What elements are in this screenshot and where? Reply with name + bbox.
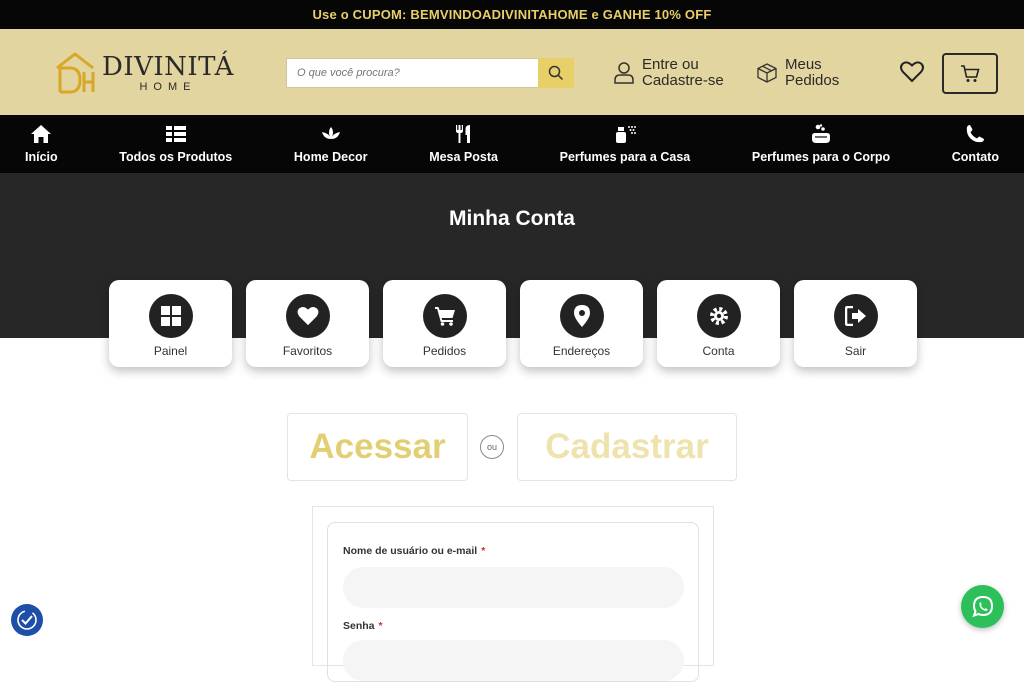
account-card-painel[interactable]: Painel [109,280,232,367]
soap-icon [812,124,830,143]
card-label: Pedidos [422,344,467,358]
orders-line2: Pedidos [785,72,840,89]
heart-outline-icon [900,61,924,83]
home-icon [31,125,52,143]
heart-icon [297,306,318,326]
account-card-sair[interactable]: Sair [794,280,917,367]
card-label: Favoritos [282,344,333,358]
lotus-icon [321,127,340,139]
card-label: Endereços [552,344,611,358]
orders-line1: Meus [785,56,822,73]
box-icon [757,63,777,83]
gear-icon [709,307,728,325]
accessibility-button[interactable] [11,604,43,636]
account-card-favoritos[interactable]: Favoritos [246,280,369,367]
account-card-conta[interactable]: Conta [657,280,780,367]
nav-item-todos-produtos[interactable]: Todos os Produtos [119,124,232,164]
map-pin-icon [573,305,590,327]
dashboard-icon [160,306,181,326]
search-button[interactable] [538,58,574,88]
login-form: Nome de usuário ou e-mail * Senha * [327,522,699,682]
brand-sub: HOME [139,80,197,93]
nav-item-mesa-posta[interactable]: Mesa Posta [429,124,498,164]
search-input[interactable] [286,58,538,88]
card-label: Conta [702,344,735,358]
account-card-pedidos[interactable]: Pedidos [383,280,506,367]
page-title: Minha Conta [449,207,575,230]
password-label: Senha * [343,620,683,632]
login-line2: Cadastre-se [642,72,724,89]
login-line1: Entre ou [642,56,699,73]
promo-text: Use o CUPOM: BEMVINDOADIVINITAHOME e GAN… [312,7,712,22]
nav-item-perfumes-casa[interactable]: Perfumes para a Casa [559,124,691,164]
user-icon [614,62,634,84]
grid-list-icon [165,126,186,142]
promo-bar: Use o CUPOM: BEMVINDOADIVINITAHOME e GAN… [0,0,1024,29]
password-field[interactable] [343,640,684,681]
whatsapp-icon [971,595,993,617]
nav-label: Início [25,150,58,164]
nav-label: Perfumes para o Corpo [751,150,891,164]
nav-label: Home Decor [293,150,368,164]
login-link[interactable]: Entre ou Cadastre-se [614,57,724,89]
password-label-text: Senha [343,620,375,632]
site-header: DIVINITÁ HOME Entre ou Cadastre-se Meus [0,29,1024,115]
brand-logo[interactable]: DIVINITÁ HOME [54,50,234,96]
nav-label: Contato [951,150,999,164]
tab-cadastrar[interactable]: Cadastrar [517,413,737,481]
search-icon [548,65,564,81]
login-form-box: Nome de usuário ou e-mail * Senha * [312,506,714,682]
spray-icon [615,126,636,143]
auth-tabs: Acessar ou Cadastrar [287,413,737,481]
nav-item-contato[interactable]: Contato [952,124,999,164]
card-label: Sair [844,344,867,358]
required-mark: * [481,545,486,557]
accessibility-icon [17,610,37,630]
nav-item-perfumes-corpo[interactable]: Perfumes para o Corpo [752,124,890,164]
nav-item-inicio[interactable]: Início [25,124,58,164]
card-label: Painel [153,344,188,358]
whatsapp-button[interactable] [961,585,1004,628]
account-card-enderecos[interactable]: Endereços [520,280,643,367]
search-bar [286,58,574,88]
required-mark: * [378,620,383,632]
cart-icon [961,64,980,82]
or-divider: ou [480,435,504,459]
utensils-icon [455,125,470,143]
nav-label: Todos os Produtos [119,150,233,164]
wishlist-button[interactable] [900,61,924,88]
main-nav: Início Todos os Produtos Home Decor Mesa… [0,115,1024,173]
orders-link[interactable]: Meus Pedidos [757,57,839,89]
nav-item-home-decor[interactable]: Home Decor [294,124,368,164]
sign-out-icon [844,306,866,326]
username-label: Nome de usuário ou e-mail * [343,545,485,557]
phone-icon [967,125,985,143]
tab-acessar[interactable]: Acessar [287,413,468,481]
logo-mark-icon [56,52,95,94]
nav-label: Perfumes para a Casa [559,150,691,164]
cart-button[interactable] [942,53,998,94]
brand-name: DIVINITÁ [102,51,234,82]
nav-label: Mesa Posta [429,150,498,164]
cart-icon [434,307,455,326]
username-label-text: Nome de usuário ou e-mail [343,545,478,557]
account-cards: Painel Favoritos Pedidos Endereços Conta… [109,280,917,367]
username-field[interactable] [343,567,684,608]
